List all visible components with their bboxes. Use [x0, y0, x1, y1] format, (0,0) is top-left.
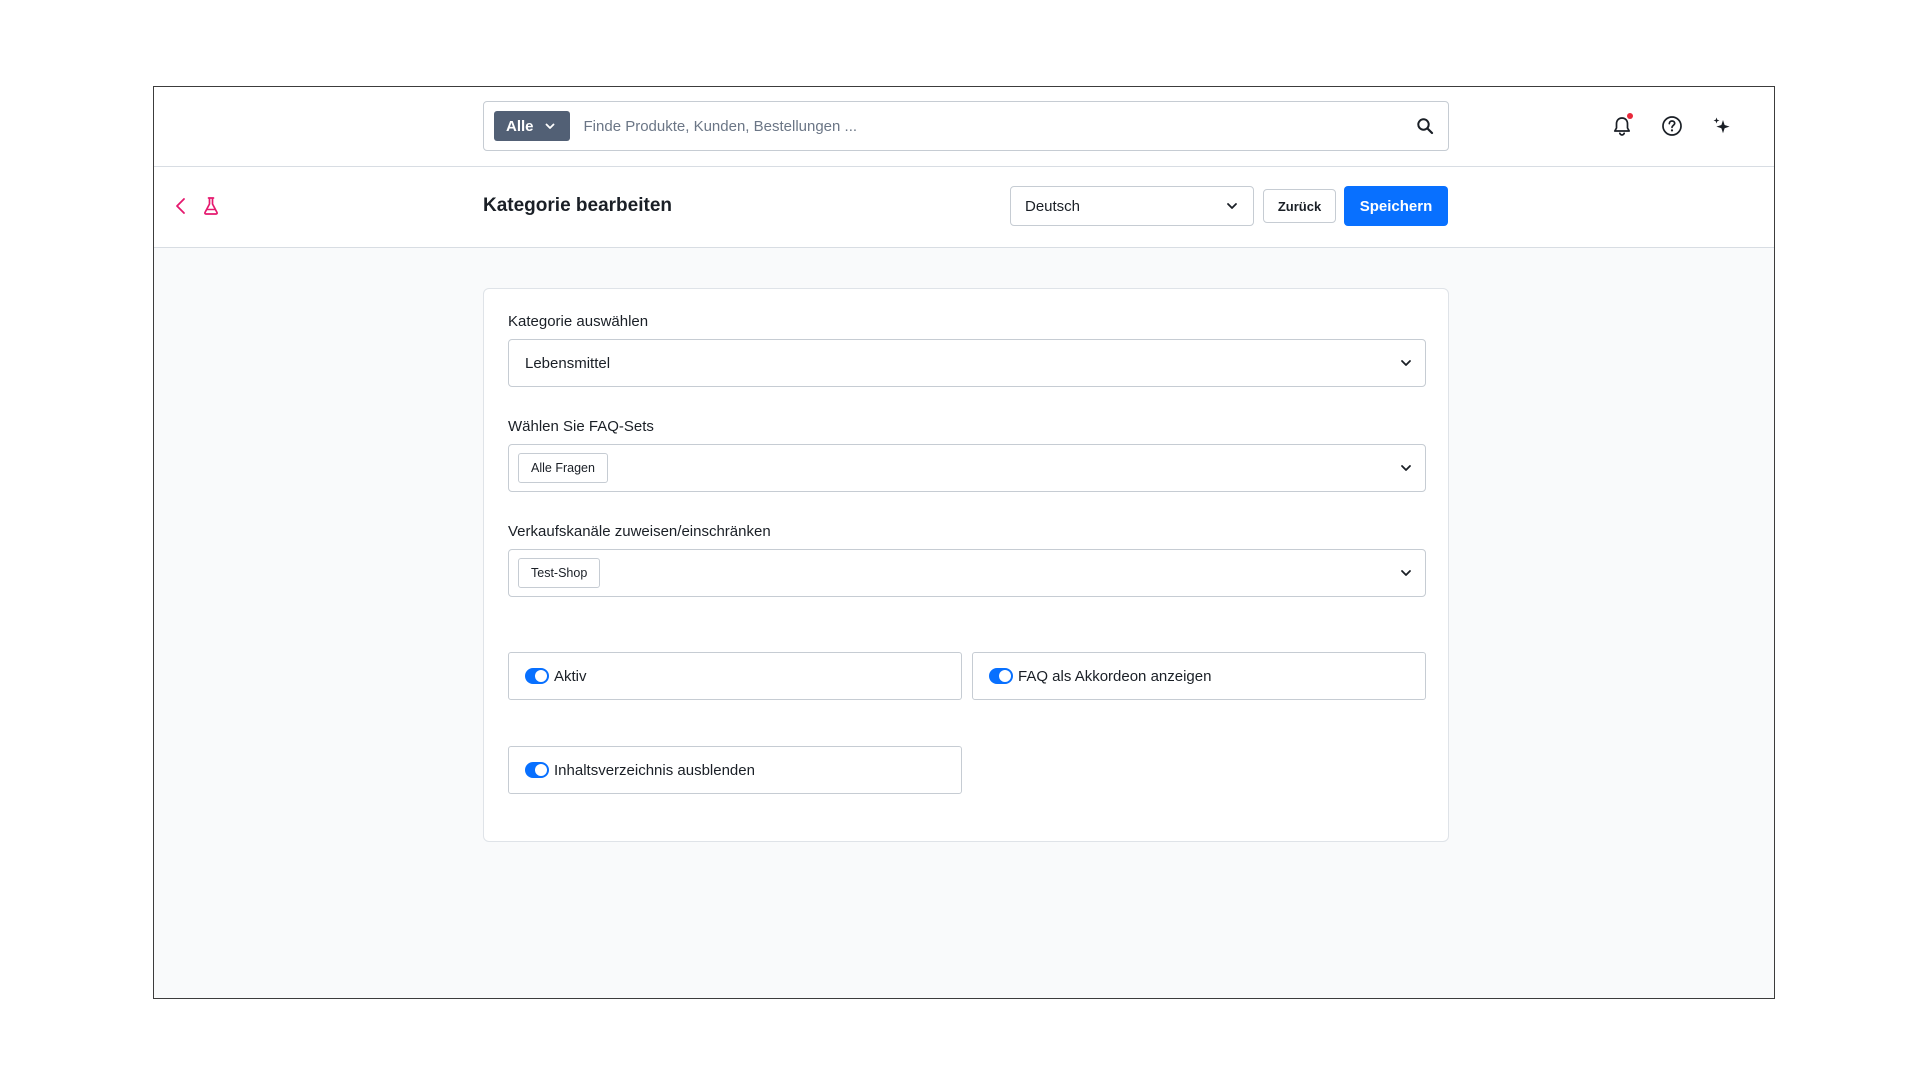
chevron-down-icon: [1401, 465, 1411, 471]
faq-sets-field: Wählen Sie FAQ-Sets Alle Fragen: [508, 418, 1426, 492]
sales-channel-tag[interactable]: Test-Shop: [518, 558, 601, 588]
hide-toc-toggle[interactable]: Inhaltsverzeichnis ausblenden: [508, 746, 962, 794]
search-scope-dropdown[interactable]: Alle: [494, 111, 570, 141]
faq-set-tag[interactable]: Alle Fragen: [518, 453, 608, 483]
sparkles-icon: [1713, 117, 1730, 134]
search-button[interactable]: [1402, 102, 1448, 150]
page-title: Kategorie bearbeiten: [483, 195, 672, 216]
back-button[interactable]: Zurück: [1263, 189, 1336, 223]
sales-channels-field: Verkaufskanäle zuweisen/einschränken Tes…: [508, 523, 1426, 597]
help-button[interactable]: [1658, 111, 1686, 141]
search-icon: [1417, 118, 1434, 135]
language-select-value: Deutsch: [1025, 197, 1081, 215]
app-window: Alle Kategorie bearbeiten: [153, 86, 1775, 999]
chevron-down-icon: [1227, 203, 1237, 209]
category-label: Kategorie auswählen: [508, 313, 649, 330]
active-toggle-label: Aktiv: [554, 667, 587, 685]
category-form-card: Kategorie auswählen Lebensmittel Wählen …: [483, 288, 1449, 842]
help-icon: [1662, 116, 1682, 136]
language-select[interactable]: Deutsch: [1010, 186, 1254, 226]
top-bar: Alle: [154, 87, 1774, 167]
category-select[interactable]: Lebensmittel: [508, 339, 1426, 387]
faq-sets-select[interactable]: Alle Fragen: [508, 444, 1426, 492]
sales-channels-select[interactable]: Test-Shop: [508, 549, 1426, 597]
faq-sets-label: Wählen Sie FAQ-Sets: [508, 418, 654, 435]
category-field: Kategorie auswählen Lebensmittel: [508, 313, 1426, 387]
active-switch[interactable]: [525, 668, 549, 684]
ai-assistant-button[interactable]: [1708, 111, 1736, 141]
faq-accordion-switch[interactable]: [989, 668, 1013, 684]
save-button[interactable]: Speichern: [1344, 186, 1448, 226]
global-search: Alle: [483, 101, 1449, 151]
flask-icon: [204, 197, 218, 215]
chevron-left-icon[interactable]: [170, 195, 192, 217]
faq-accordion-toggle[interactable]: FAQ als Akkordeon anzeigen: [972, 652, 1426, 700]
category-select-value: Lebensmittel: [525, 354, 611, 372]
active-toggle[interactable]: Aktiv: [508, 652, 962, 700]
chevron-down-icon: [545, 123, 554, 129]
notification-badge: [1627, 113, 1633, 119]
page-header: Kategorie bearbeiten Deutsch Zurück Spei…: [154, 167, 1774, 248]
notifications-button[interactable]: [1608, 111, 1636, 141]
hide-toc-toggle-label: Inhaltsverzeichnis ausblenden: [554, 761, 755, 779]
search-input[interactable]: [569, 102, 1402, 150]
sales-channels-label: Verkaufskanäle zuweisen/einschränken: [508, 523, 771, 540]
chevron-down-icon: [1401, 360, 1411, 366]
faq-accordion-toggle-label: FAQ als Akkordeon anzeigen: [1018, 667, 1212, 685]
top-icon-group: [1608, 111, 1736, 141]
chevron-down-icon: [1401, 570, 1411, 576]
hide-toc-switch[interactable]: [525, 762, 549, 778]
search-scope-label: Alle: [506, 117, 534, 135]
